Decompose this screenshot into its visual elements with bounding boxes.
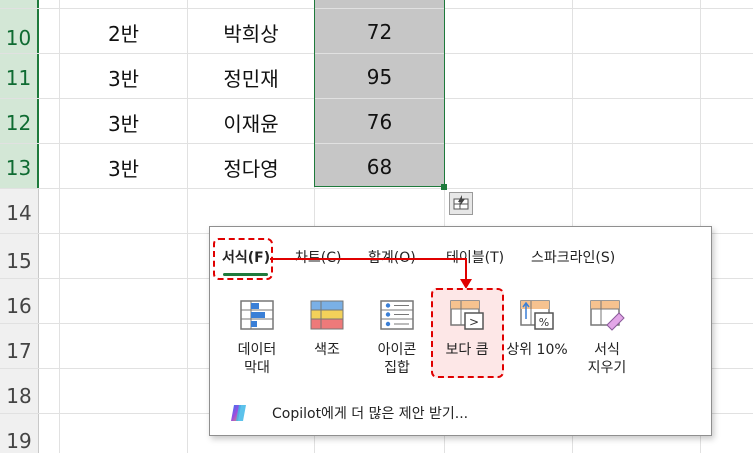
class-cell[interactable]: 2반 <box>60 18 187 47</box>
tile-label: 상위 10% <box>506 342 568 358</box>
tile-label: 데이터 막대 <box>237 342 277 376</box>
tab-sparklines[interactable]: 스파크라인(S) <box>531 247 615 267</box>
icon-set-tile[interactable]: 아이콘 집합 <box>364 289 430 377</box>
clear-format-icon <box>590 300 625 331</box>
quick-analysis-panel: 서식(F) 차트(C) 합계(O) 테이블(T) 스파크라인(S) 데이터 막대… <box>209 226 712 436</box>
selection-border <box>314 0 445 187</box>
quick-analysis-icon <box>453 195 469 210</box>
data-bars-tile[interactable]: 데이터 막대 <box>224 289 290 377</box>
color-scale-icon <box>310 300 344 330</box>
name-cell[interactable]: 정민재 <box>188 63 314 92</box>
name-cell[interactable]: 정다영 <box>188 153 314 182</box>
quick-analysis-button[interactable] <box>449 192 473 215</box>
top-10-percent-tile[interactable]: % 상위 10% <box>504 289 570 359</box>
class-cell[interactable]: 3반 <box>60 108 187 137</box>
color-scale-tile[interactable]: 색조 <box>294 289 360 359</box>
icon-set-icon <box>380 300 414 330</box>
row-header[interactable]: 16 <box>0 279 39 323</box>
data-bars-icon <box>240 300 274 330</box>
active-tab-underline <box>223 273 268 276</box>
row-header[interactable]: 12 <box>0 99 39 143</box>
row-header[interactable]: 14 <box>0 189 39 233</box>
clear-format-tile[interactable]: 서식 지우기 <box>574 289 640 377</box>
top-10-percent-icon: % <box>520 300 554 330</box>
tile-label: 보다 큼 <box>445 342 489 358</box>
tile-label: 색조 <box>314 342 340 358</box>
tab-format[interactable]: 서식(F) <box>222 247 270 267</box>
svg-text:%: % <box>539 316 549 329</box>
row-header[interactable]: 10 <box>0 9 39 53</box>
tile-label: 아이콘 집합 <box>377 342 417 376</box>
name-cell[interactable]: 박희상 <box>188 18 314 47</box>
row-header[interactable]: 19 <box>0 414 39 453</box>
tile-label: 서식 지우기 <box>587 342 627 376</box>
annotation-arrow <box>270 258 472 289</box>
class-cell[interactable]: 3반 <box>60 153 187 182</box>
row-header[interactable]: 17 <box>0 324 39 368</box>
greater-than-icon: > <box>450 300 484 330</box>
row-header[interactable]: 11 <box>0 54 39 98</box>
class-cell[interactable]: 3반 <box>60 63 187 92</box>
row-header[interactable]: 13 <box>0 144 39 188</box>
copilot-label: Copilot에게 더 많은 제안 받기... <box>272 406 469 422</box>
row-header[interactable]: 15 <box>0 234 39 278</box>
row-header-9[interactable] <box>0 0 39 8</box>
svg-text:>: > <box>469 315 479 329</box>
fill-handle[interactable] <box>441 184 447 190</box>
name-cell[interactable]: 이재윤 <box>188 108 314 137</box>
row-header[interactable]: 18 <box>0 369 39 413</box>
greater-than-tile[interactable]: > 보다 큼 <box>434 289 500 359</box>
copilot-icon <box>231 405 246 421</box>
